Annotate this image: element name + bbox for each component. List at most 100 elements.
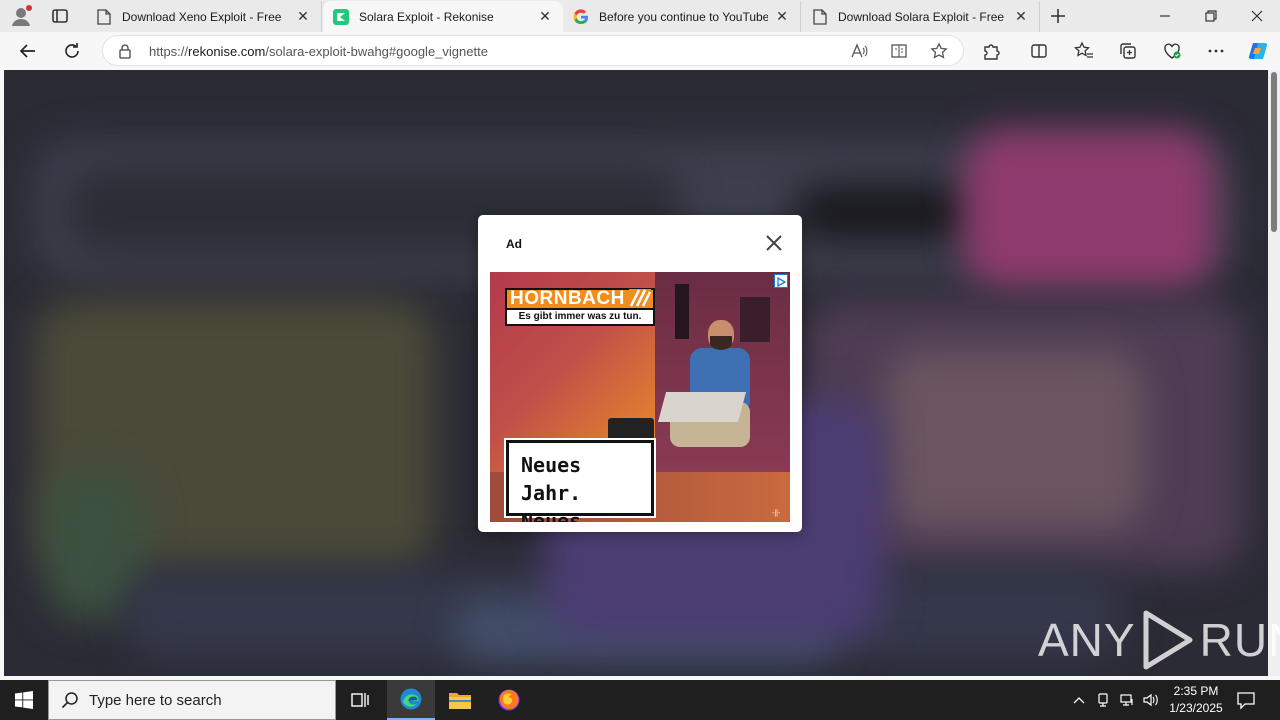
page-scrollbar[interactable] [1268,70,1280,676]
restore-icon [1205,10,1217,22]
taskbar-edge[interactable] [387,680,435,720]
watermark-right: RUN [1199,614,1280,666]
anyrun-watermark: ANY RUN [1038,608,1280,672]
page-icon [96,8,112,25]
extensions-button[interactable] [980,40,1002,62]
notification-center-button[interactable] [1236,690,1258,710]
network-icon [1120,694,1133,706]
tab-actions-icon [52,9,68,23]
tab-title: Download Xeno Exploit - Free [122,9,282,24]
url-path: /solara-exploit-bwahg#google_vignette [265,44,488,59]
close-window-button[interactable] [1247,6,1267,26]
minimize-button[interactable] [1155,6,1175,26]
task-view-icon [351,693,369,707]
back-button[interactable] [17,40,39,62]
task-view-button[interactable] [336,680,384,720]
url-host: rekonise.com [188,44,266,59]
read-aloud-icon [851,43,868,58]
ad-attribution-mark: -||- [772,510,781,517]
windows-logo-icon [15,691,33,709]
copilot-button[interactable] [1247,40,1269,62]
tab-title: Solara Exploit - Rekonise [359,9,494,24]
adchoices-icon[interactable] [774,274,788,288]
refresh-button[interactable] [61,40,83,62]
restore-button[interactable] [1201,6,1221,26]
rekonise-icon [333,8,349,25]
close-icon[interactable]: ✕ [774,8,790,25]
hornbach-logo: HORNBACH Es gibt immer was zu tun. [505,288,655,326]
tab-actions-button[interactable] [50,6,70,26]
star-icon [930,42,948,59]
profile-avatar[interactable] [10,5,32,27]
usb-device-icon [1098,693,1108,707]
tab-solara-rekonise[interactable]: Solara Exploit - Rekonise ✕ [323,1,563,32]
ad-person-art [710,336,732,350]
taskbar-firefox[interactable] [485,680,533,720]
split-screen-icon [1031,44,1047,58]
close-icon [766,235,782,251]
tray-show-hidden-button[interactable] [1070,690,1088,710]
notification-icon [1237,692,1255,710]
hornbach-ad-banner[interactable]: HORNBACH Es gibt immer was zu tun. Neues… [490,272,790,522]
tray-device-button[interactable] [1094,690,1112,710]
collections-button[interactable] [1117,40,1139,62]
plus-icon [1051,9,1065,23]
firefox-icon [498,689,520,711]
ad-slogan-line: Neues Bad. [521,509,582,522]
folder-icon [449,693,471,709]
favorites-button[interactable] [1073,40,1095,62]
ad-tile-art [657,392,747,422]
page-icon [812,8,828,25]
url-text[interactable]: https://rekonise.com/solara-exploit-bwah… [149,44,488,59]
tab-youtube-consent[interactable]: Before you continue to YouTube ✕ [563,1,801,32]
blurred-banner-image [964,130,1214,290]
taskbar-file-explorer[interactable] [436,680,484,720]
new-tab-button[interactable] [1048,6,1068,26]
copilot-icon [1248,42,1268,60]
tray-volume-button[interactable] [1142,690,1160,710]
search-placeholder: Type here to search [89,691,222,709]
speaker-icon [1143,693,1158,707]
close-icon[interactable]: ✕ [537,8,553,25]
google-icon [573,8,589,25]
close-ad-button[interactable] [764,233,784,253]
address-bar[interactable]: https://rekonise.com/solara-exploit-bwah… [102,35,964,66]
collections-icon [1120,43,1136,59]
ad-slogan-line: Neues Jahr. [521,453,582,505]
scrollbar-thumb[interactable] [1271,72,1277,232]
tab-xeno[interactable]: Download Xeno Exploit - Free ✕ [86,1,322,32]
edge-icon [400,688,422,710]
close-icon[interactable]: ✕ [295,8,311,25]
split-screen-button[interactable] [1028,40,1050,62]
favorites-star-icon [1074,41,1093,58]
tab-solara-download[interactable]: Download Solara Exploit - Free ✕ [802,1,1040,32]
tab-title: Download Solara Exploit - Free [838,9,1005,24]
hornbach-tagline: Es gibt immer was zu tun. [505,310,655,326]
arrow-left-icon [19,44,35,58]
more-dots-icon [1208,49,1224,53]
hornbach-stripes-icon [629,289,651,307]
windows-taskbar: Type here to search 2:35 PM 1/23/2025 [0,680,1280,720]
browser-toolbar: https://rekonise.com/solara-exploit-bwah… [0,32,1280,70]
ad-slogan-box: Neues Jahr. Neues Bad. [506,440,654,522]
ad-label: Ad [506,237,522,251]
ad-window-art [740,297,770,342]
refresh-icon [65,43,79,58]
taskbar-clock[interactable]: 2:35 PM 1/23/2025 [1166,683,1226,717]
browser-essentials-button[interactable] [1161,40,1183,62]
ad-window-art [675,284,689,339]
tray-network-button[interactable] [1118,690,1136,710]
immersive-reader-icon [891,44,907,58]
immersive-reader-button[interactable] [889,41,909,61]
favorite-button[interactable] [929,41,949,61]
profile-icon [12,5,32,26]
ad-vignette-modal: Ad HORNBACH Es gibt immer was zu tun. Ne… [478,215,802,532]
taskbar-search-box[interactable]: Type here to search [48,680,336,720]
watermark-left: ANY [1038,614,1136,666]
settings-menu-button[interactable] [1205,40,1227,62]
read-aloud-button[interactable] [849,41,869,61]
close-icon[interactable]: ✕ [1013,8,1029,25]
lock-icon[interactable] [117,43,133,59]
start-button[interactable] [0,680,48,720]
close-icon [1251,10,1263,22]
